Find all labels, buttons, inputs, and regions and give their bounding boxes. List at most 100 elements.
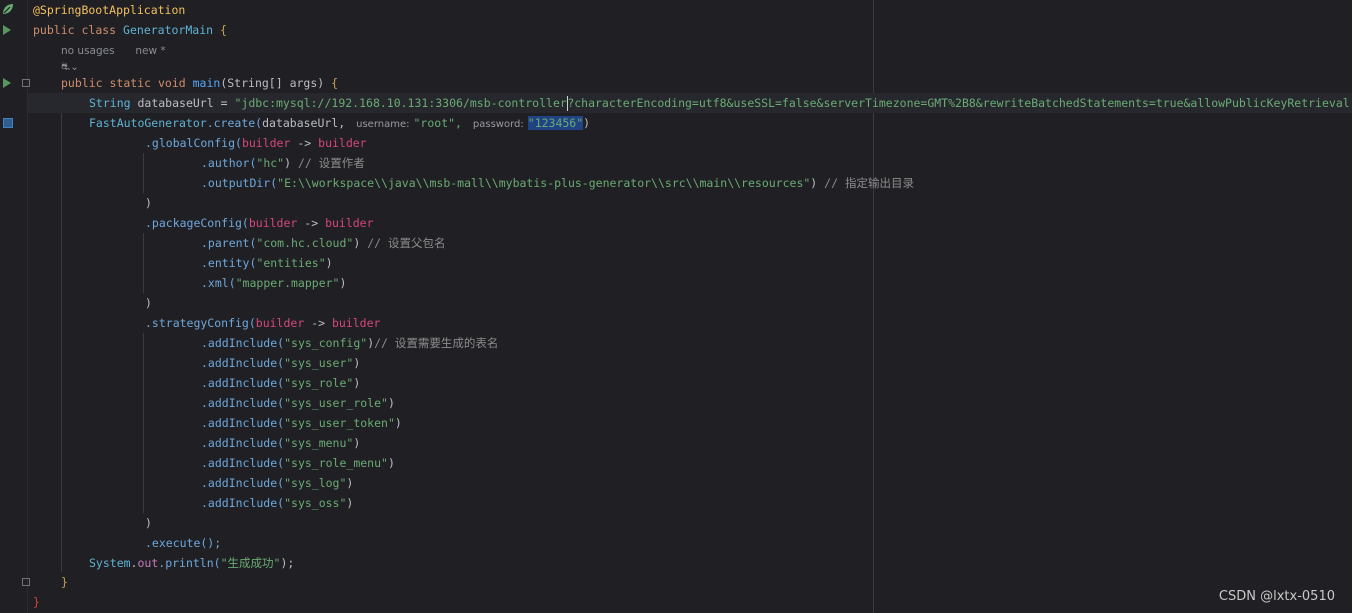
method-call: .create( bbox=[206, 116, 263, 130]
code-line-current[interactable]: String databaseUrl = "jdbc:mysql://192.1… bbox=[28, 93, 1352, 113]
lambda-param: builder bbox=[331, 316, 381, 330]
code-line[interactable]: @SpringBootApplication bbox=[28, 0, 1352, 20]
code-line[interactable]: .xml("mapper.mapper") bbox=[28, 273, 1352, 293]
spring-leaf-icon[interactable] bbox=[1, 2, 15, 16]
code-line[interactable]: .globalConfig(builder -> builder bbox=[28, 133, 1352, 153]
code-line[interactable]: public static void main(String[] args) { bbox=[28, 73, 1352, 93]
brace: } bbox=[33, 595, 40, 609]
string-literal: "sys_config" bbox=[284, 336, 368, 350]
code-line[interactable]: .entity("entities") bbox=[28, 253, 1352, 273]
string-literal: "sys_user_role" bbox=[284, 396, 388, 410]
method-call: .addInclude( bbox=[201, 436, 285, 450]
paren: ) bbox=[145, 296, 152, 310]
lambda-param: builder bbox=[248, 216, 298, 230]
paren: ) bbox=[145, 196, 152, 210]
code-line[interactable]: .addInclude("sys_menu") bbox=[28, 433, 1352, 453]
code-line[interactable]: ) bbox=[28, 193, 1352, 213]
string-literal: "sys_menu" bbox=[284, 436, 354, 450]
method-call: .packageConfig( bbox=[145, 216, 249, 230]
comment: // 设置父包名 bbox=[367, 236, 446, 250]
argument: databaseUrl, bbox=[262, 116, 346, 130]
paren: ) bbox=[346, 496, 354, 510]
method-call: .addInclude( bbox=[201, 496, 285, 510]
code-line[interactable]: .author("hc") // 设置作者 bbox=[28, 153, 1352, 173]
method-call: .entity( bbox=[201, 256, 257, 270]
code-line[interactable]: } bbox=[28, 572, 1352, 592]
method-call: .strategyConfig( bbox=[145, 316, 256, 330]
method-call: .xml( bbox=[201, 276, 236, 290]
keyword: class bbox=[81, 23, 117, 37]
editor-gutter bbox=[0, 0, 28, 613]
lambda-param: builder bbox=[325, 216, 374, 230]
method-call: .author( bbox=[201, 156, 257, 170]
paren: ) bbox=[346, 476, 354, 490]
string-literal: "root", bbox=[413, 116, 462, 130]
code-line[interactable]: .packageConfig(builder -> builder bbox=[28, 213, 1352, 233]
code-line[interactable]: .addInclude("sys_user_role") bbox=[28, 393, 1352, 413]
method-call: .addInclude( bbox=[201, 456, 285, 470]
method-call: .globalConfig( bbox=[145, 136, 242, 150]
string-literal: "sys_user_token" bbox=[284, 416, 395, 430]
code-line[interactable]: System.out.println("生成成功"); bbox=[28, 553, 1352, 573]
code-editor[interactable]: @SpringBootApplication public class Gene… bbox=[28, 0, 1352, 613]
method-call: .addInclude( bbox=[201, 476, 285, 490]
code-line[interactable]: ) bbox=[28, 293, 1352, 313]
method-call: .addInclude( bbox=[201, 376, 285, 390]
code-line[interactable]: public class GeneratorMain { bbox=[28, 20, 1352, 40]
keyword: public bbox=[33, 23, 75, 37]
paren: ) bbox=[353, 376, 361, 390]
method-call: .addInclude( bbox=[201, 416, 285, 430]
param: args bbox=[289, 76, 318, 90]
class-name: System bbox=[89, 556, 131, 570]
code-line[interactable]: .addInclude("sys_config")// 设置需要生成的表名 bbox=[28, 333, 1352, 353]
string-literal: "sys_user" bbox=[284, 356, 354, 370]
code-line[interactable]: .addInclude("sys_log") bbox=[28, 473, 1352, 493]
class-name: GeneratorMain bbox=[123, 23, 214, 37]
paren: ) bbox=[387, 396, 395, 410]
string-literal: "sys_role" bbox=[284, 376, 354, 390]
string-literal: "com.hc.cloud" bbox=[256, 236, 354, 250]
method-call: .execute(); bbox=[145, 536, 222, 550]
method-call: .addInclude( bbox=[201, 356, 285, 370]
run-main-icon[interactable] bbox=[3, 78, 11, 88]
keyword: void bbox=[157, 76, 186, 90]
selected-string-literal: "123456" bbox=[527, 116, 584, 130]
brace: { bbox=[220, 23, 227, 37]
paren: ) bbox=[583, 116, 591, 130]
code-line[interactable]: .addInclude("sys_oss") bbox=[28, 493, 1352, 513]
paren: ) bbox=[317, 76, 325, 90]
string-literal: "sys_role_menu" bbox=[284, 456, 388, 470]
paren: ) bbox=[353, 236, 361, 250]
field: out bbox=[137, 556, 159, 570]
chevron-down-icon: ⌄ bbox=[70, 61, 79, 73]
lambda-param: builder bbox=[318, 136, 367, 150]
paren: ) bbox=[353, 436, 361, 450]
class-name: FastAutoGenerator bbox=[89, 116, 207, 130]
string-literal: "生成成功" bbox=[220, 556, 281, 570]
code-line[interactable]: .outputDir("E:\\workspace\\java\\msb-mal… bbox=[28, 173, 1352, 193]
param-hint-username: username: bbox=[356, 119, 410, 130]
code-line[interactable]: .addInclude("sys_role_menu") bbox=[28, 453, 1352, 473]
brace: } bbox=[61, 575, 68, 589]
code-line[interactable]: } bbox=[28, 592, 1352, 612]
method-call: .addInclude( bbox=[201, 336, 285, 350]
brace: { bbox=[331, 76, 339, 90]
code-line[interactable]: .strategyConfig(builder -> builder bbox=[28, 313, 1352, 333]
code-line[interactable]: .addInclude("sys_user") bbox=[28, 353, 1352, 373]
type: String[] bbox=[227, 76, 283, 90]
keyword: public bbox=[61, 76, 103, 90]
code-line[interactable]: ) bbox=[28, 513, 1352, 533]
method-call: .println( bbox=[158, 556, 221, 570]
code-line[interactable]: .addInclude("sys_user_token") bbox=[28, 413, 1352, 433]
run-class-icon[interactable] bbox=[3, 25, 11, 35]
lambda-param: builder bbox=[255, 316, 305, 330]
code-line[interactable]: .addInclude("sys_role") bbox=[28, 373, 1352, 393]
bookmark-icon[interactable] bbox=[3, 118, 13, 128]
code-line[interactable]: FastAutoGenerator.create(databaseUrl, us… bbox=[28, 113, 1352, 133]
code-line[interactable]: .execute(); bbox=[28, 533, 1352, 553]
string-literal: "hc" bbox=[256, 156, 285, 170]
paren: ) bbox=[810, 176, 818, 190]
paren: ) bbox=[339, 276, 347, 290]
code-line[interactable]: .parent("com.hc.cloud") // 设置父包名 bbox=[28, 233, 1352, 253]
keyword: static bbox=[109, 76, 152, 90]
